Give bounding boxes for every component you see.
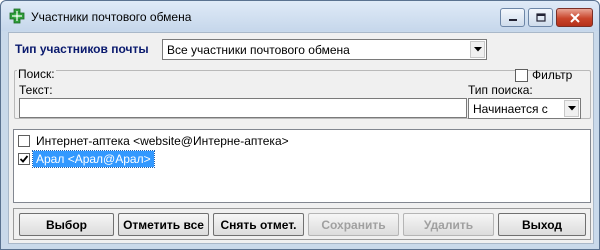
- participants-list[interactable]: Интернет-аптека <website@Интерне-аптека>…: [13, 129, 591, 203]
- dropdown-button[interactable]: [470, 41, 485, 58]
- chevron-down-icon: [567, 106, 576, 111]
- list-item-label: Интернет-аптека <website@Интерне-аптека>: [36, 134, 289, 148]
- button-bar: Выбор Отметить все Снять отмет. Сохранит…: [13, 208, 591, 240]
- maximize-icon: [535, 13, 546, 22]
- minimize-button[interactable]: [500, 8, 525, 27]
- filter-label: Фильтр: [532, 68, 573, 82]
- exit-button[interactable]: Выход: [498, 213, 586, 236]
- delete-button[interactable]: Удалить: [403, 213, 494, 236]
- list-item[interactable]: Арал <Арал@Арал>: [18, 150, 155, 168]
- close-icon: [569, 12, 580, 23]
- check-all-button[interactable]: Отметить все: [118, 213, 209, 236]
- filter-checkbox[interactable]: Фильтр: [515, 68, 572, 82]
- dropdown-button[interactable]: [564, 100, 579, 117]
- select-button[interactable]: Выбор: [19, 213, 114, 236]
- green-cross-icon: [9, 8, 25, 24]
- participants-type-label: Тип участников почты: [15, 42, 149, 56]
- close-button[interactable]: [556, 8, 593, 27]
- participants-type-select[interactable]: Все участники почтового обмена: [162, 39, 487, 60]
- item-checkbox[interactable]: [18, 135, 30, 147]
- list-item[interactable]: Интернет-аптека <website@Интерне-аптека>: [18, 133, 292, 149]
- title-bar[interactable]: Участники почтового обмена: [1, 1, 599, 31]
- participants-type-row: Тип участников почты Все участники почто…: [9, 33, 593, 64]
- search-type-select[interactable]: Начинается с: [468, 98, 581, 119]
- search-type-value: Начинается с: [473, 102, 548, 116]
- uncheck-button[interactable]: Снять отмет.: [213, 213, 304, 236]
- minimize-icon: [508, 18, 517, 21]
- list-item-label: Арал <Арал@Арал>: [32, 150, 155, 168]
- maximize-button[interactable]: [528, 8, 553, 27]
- filter-checkbox-box[interactable]: [515, 68, 528, 82]
- checkmark-icon: [19, 155, 29, 163]
- chevron-down-icon: [473, 47, 482, 52]
- participants-type-value: Все участники почтового обмена: [167, 43, 350, 57]
- search-type-label: Тип поиска:: [468, 83, 533, 97]
- search-text-input[interactable]: [19, 98, 467, 118]
- window-title: Участники почтового обмена: [31, 10, 192, 24]
- save-button[interactable]: Сохранить: [308, 213, 399, 236]
- search-legend: Поиск:: [17, 67, 56, 81]
- dialog-window: Участники почтового обмена Тип участнико…: [0, 0, 600, 250]
- dialog-content: Тип участников почты Все участники почто…: [8, 32, 594, 244]
- item-checkbox[interactable]: [18, 153, 30, 165]
- search-text-label: Текст:: [19, 83, 53, 97]
